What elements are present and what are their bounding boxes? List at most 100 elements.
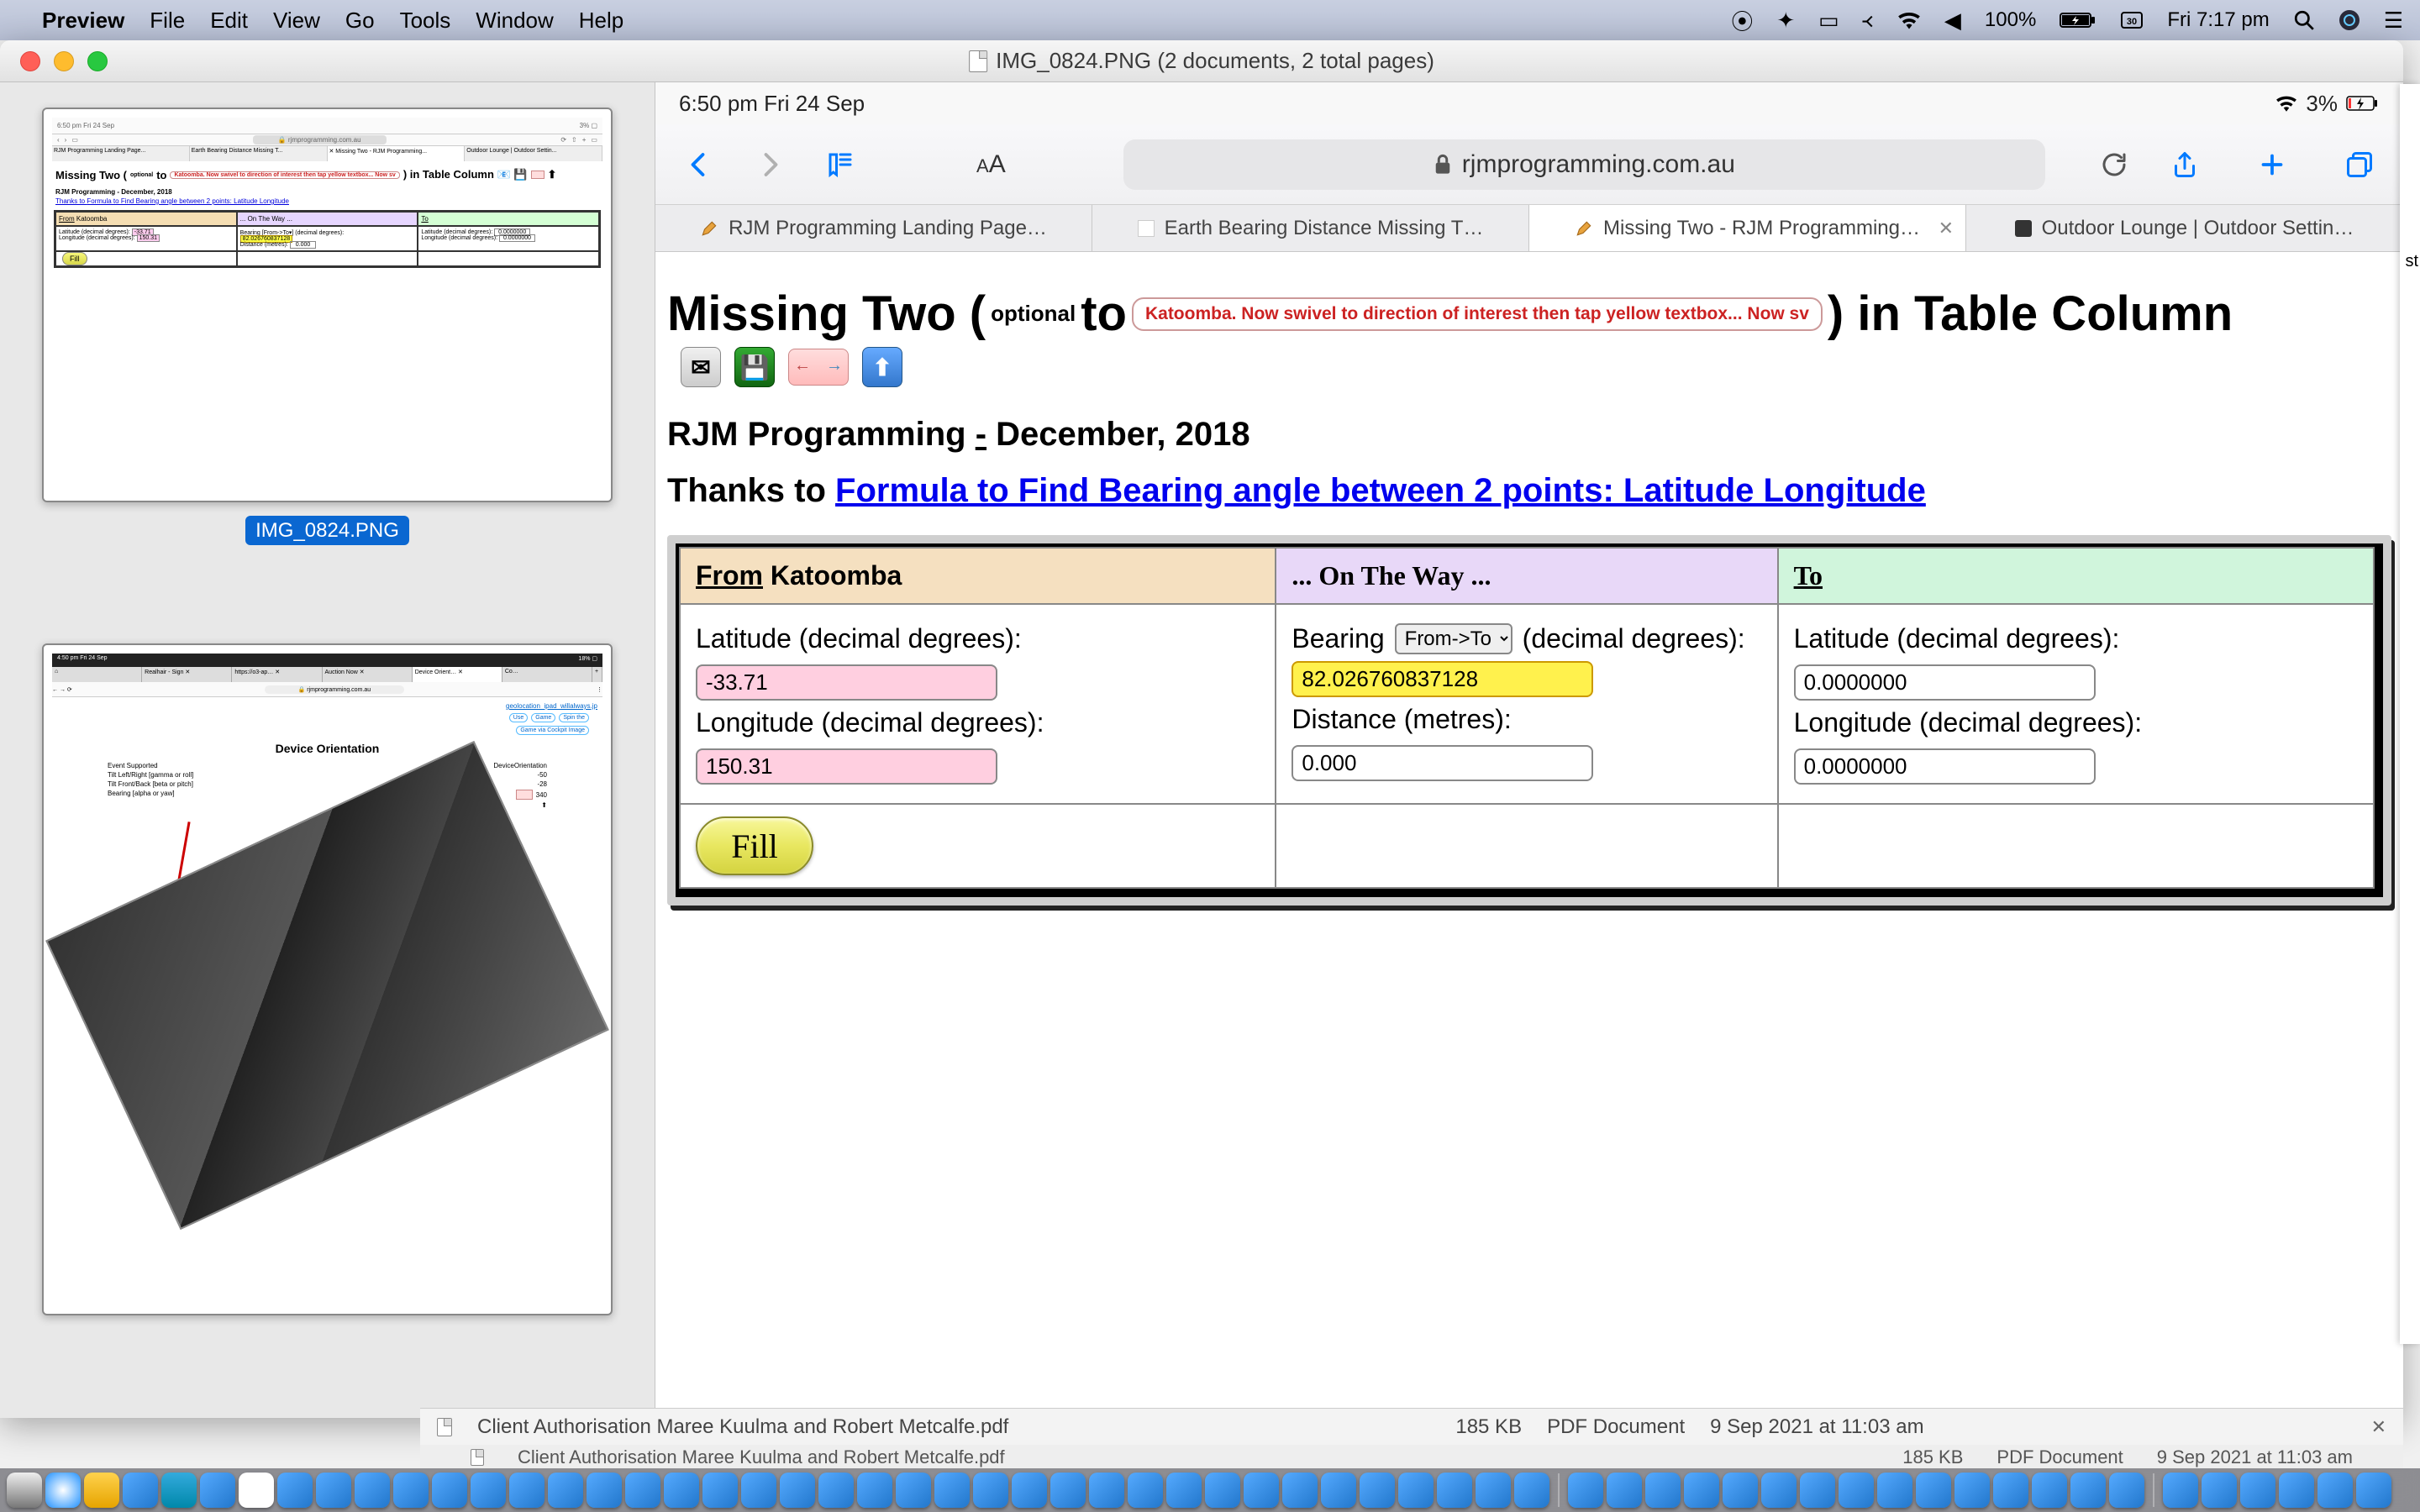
to-lat-input[interactable] [1794,664,2096,701]
siri-icon[interactable] [2338,9,2360,31]
dock-app[interactable] [1244,1473,1279,1508]
page-thumbnail-2[interactable]: 4:50 pm Fri 24 Sep18% ▢ ⌂ Realhair - Sig… [42,643,613,1315]
fullscreen-window-button[interactable] [87,51,108,71]
dock-app[interactable] [2163,1473,2198,1508]
dock-app[interactable] [1514,1473,1549,1508]
dock-app[interactable] [509,1473,544,1508]
dock-app[interactable] [1877,1473,1912,1508]
menubar-app-icon-2[interactable]: ✦ [1776,8,1795,34]
dock-app[interactable] [1476,1473,1511,1508]
dock-app[interactable] [780,1473,815,1508]
dock-app[interactable] [45,1473,81,1508]
tab-earth-bearing[interactable]: Earth Bearing Distance Missing T… [1092,205,1529,251]
up-arrow-icon[interactable]: ⬆ [862,347,902,387]
dock-app[interactable] [741,1473,776,1508]
dock-app[interactable] [1050,1473,1086,1508]
notification-center-icon[interactable]: ☰ [2384,8,2403,34]
reload-button[interactable] [2096,146,2133,183]
dock-app[interactable] [316,1473,351,1508]
dock-app[interactable] [2202,1473,2237,1508]
dock-app[interactable] [818,1473,854,1508]
download-filename-2[interactable]: Client Authorisation Maree Kuulma and Ro… [518,1446,1005,1468]
dock-app[interactable] [2109,1473,2144,1508]
bookmarks-button[interactable] [822,146,859,183]
to-header[interactable]: To [1778,548,2374,604]
dock-app[interactable] [277,1473,313,1508]
fill-button[interactable]: Fill [696,816,813,875]
app-menu[interactable]: Preview [42,8,124,34]
to-lon-input[interactable] [1794,748,2096,785]
address-bar[interactable]: rjmprogramming.com.au [1123,139,2045,190]
dock-app[interactable] [702,1473,738,1508]
minimize-window-button[interactable] [54,51,74,71]
view-menu[interactable]: View [273,8,320,34]
bluetooth-icon[interactable]: ᚜ [1863,8,1874,34]
dock-app[interactable] [2240,1473,2275,1508]
volume-icon[interactable]: ◀ [1944,8,1961,34]
bearing-direction-select[interactable]: From->To [1395,623,1512,654]
page-content[interactable]: Missing Two (optional to Katoomba. Now s… [655,252,2403,1418]
bearing-input[interactable] [1292,661,1593,697]
tab-outdoor-lounge[interactable]: Outdoor Lounge | Outdoor Settin… [1966,205,2403,251]
close-window-button[interactable] [20,51,40,71]
file-menu[interactable]: File [150,8,185,34]
dock[interactable] [0,1468,2420,1512]
dock-app[interactable] [1321,1473,1356,1508]
dock-app[interactable] [1012,1473,1047,1508]
tab-rjm-landing[interactable]: RJM Programming Landing Page… [655,205,1092,251]
from-header[interactable]: From Katoomba [680,548,1276,604]
dock-app[interactable] [1166,1473,1202,1508]
text-size-button[interactable]: AA [960,150,1023,179]
dock-app[interactable] [123,1473,158,1508]
dock-app[interactable] [2032,1473,2067,1508]
email-icon[interactable]: ✉︎ [681,347,721,387]
dock-app[interactable] [625,1473,660,1508]
dock-app[interactable] [239,1473,274,1508]
from-lon-input[interactable] [696,748,997,785]
share-button[interactable] [2166,146,2203,183]
wifi-icon[interactable] [1897,11,1921,29]
control-center-icon[interactable]: 30 [2120,11,2144,29]
dock-app[interactable] [587,1473,622,1508]
map-swap-icon[interactable] [788,349,849,386]
dock-app[interactable] [934,1473,970,1508]
dock-app[interactable] [1839,1473,1874,1508]
dock-app[interactable] [355,1473,390,1508]
airplay-icon[interactable]: ▭ [1818,8,1839,34]
disk-icon[interactable]: 💾 [734,347,775,387]
dock-app[interactable] [1723,1473,1758,1508]
distance-input[interactable] [1292,745,1593,781]
from-lat-input[interactable] [696,664,997,701]
menubar-app-icon[interactable]: ⦿ [1731,5,1753,36]
dock-app[interactable] [973,1473,1008,1508]
edit-menu[interactable]: Edit [210,8,248,34]
dock-app[interactable] [1993,1473,2028,1508]
dock-app[interactable] [896,1473,931,1508]
window-menu[interactable]: Window [476,8,553,34]
instruction-box[interactable]: Katoomba. Now swivel to direction of int… [1132,297,1823,331]
dock-app[interactable] [1205,1473,1240,1508]
page-thumbnail-1[interactable]: 6:50 pm Fri 24 Sep3% ▢ ‹›▭🔒 rjmprogrammi… [42,108,613,502]
dock-app[interactable] [1089,1473,1124,1508]
dock-app[interactable] [1954,1473,1990,1508]
dock-app[interactable] [548,1473,583,1508]
dock-app[interactable] [1568,1473,1603,1508]
dock-app[interactable] [2070,1473,2106,1508]
dock-app[interactable] [84,1473,119,1508]
help-menu[interactable]: Help [579,8,623,34]
dock-app[interactable] [664,1473,699,1508]
dock-app[interactable] [1282,1473,1318,1508]
dock-app[interactable] [1437,1473,1472,1508]
dock-app[interactable] [857,1473,892,1508]
download-filename[interactable]: Client Authorisation Maree Kuulma and Ro… [477,1415,1008,1439]
dock-app[interactable] [1761,1473,1797,1508]
dock-app[interactable] [7,1473,42,1508]
dock-app[interactable] [200,1473,235,1508]
dock-app[interactable] [1800,1473,1835,1508]
dock-app[interactable] [432,1473,467,1508]
close-download-icon[interactable]: ✕ [2371,1416,2386,1438]
spotlight-icon[interactable] [2293,9,2315,31]
dock-app[interactable] [161,1473,197,1508]
thumbnail-sidebar[interactable]: 6:50 pm Fri 24 Sep3% ▢ ‹›▭🔒 rjmprogrammi… [0,82,655,1418]
dock-app[interactable] [2279,1473,2314,1508]
